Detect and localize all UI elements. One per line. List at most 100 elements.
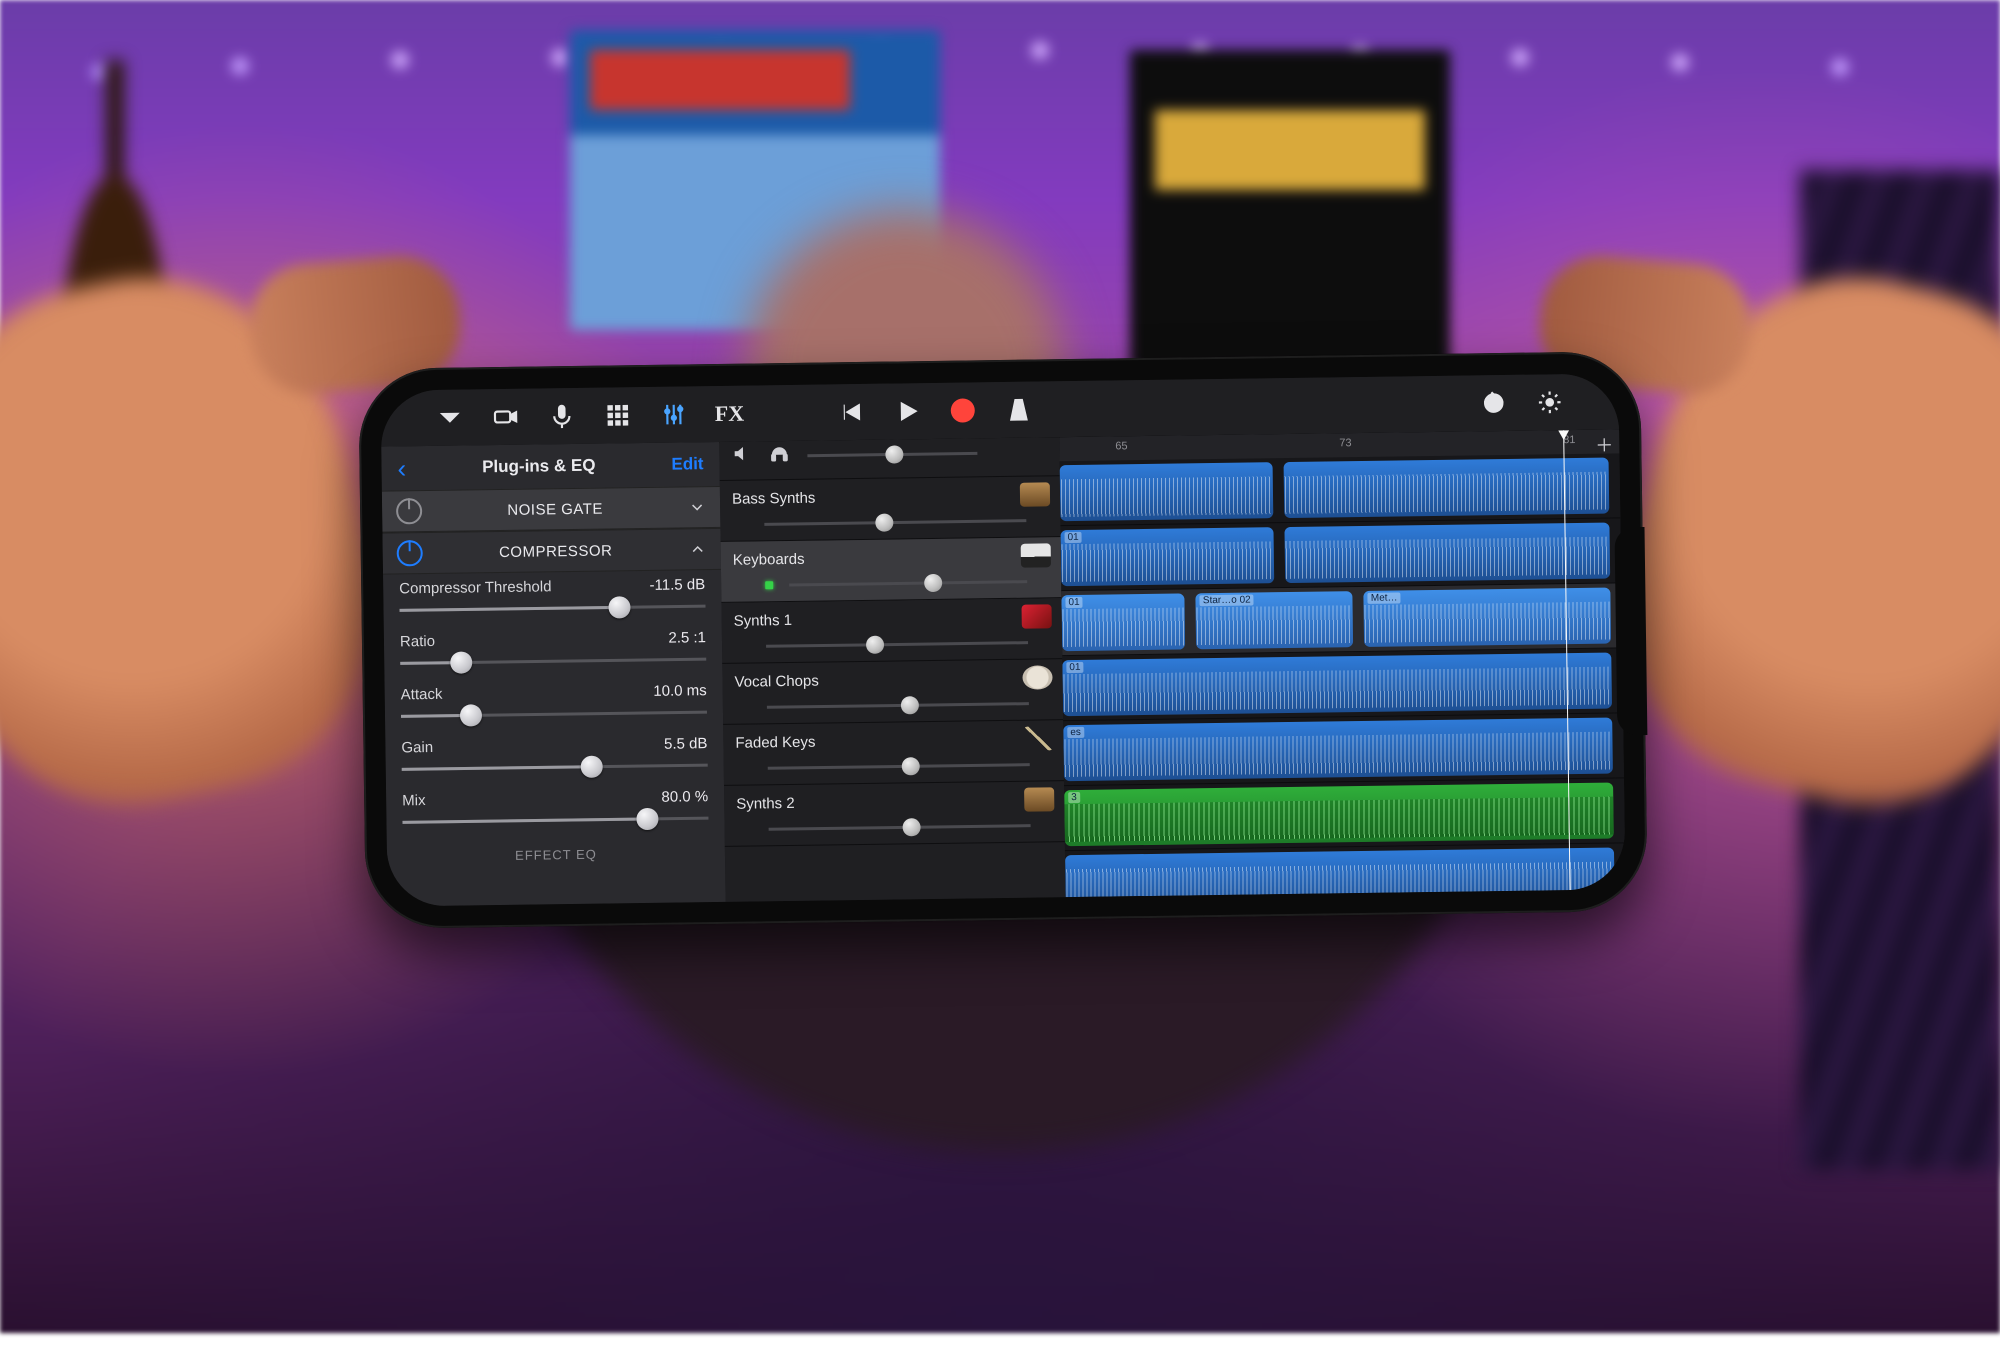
track-row[interactable]: Synths 2 [724, 781, 1065, 847]
bar-number: 65 [1115, 440, 1127, 452]
track-name: Synths 1 [734, 611, 793, 629]
fx-name: NOISE GATE [422, 499, 688, 520]
chevron-up-icon [689, 540, 707, 558]
param-slider[interactable] [402, 752, 708, 782]
record-button[interactable] [948, 395, 978, 425]
rewind-icon[interactable] [836, 397, 866, 427]
next-fx-label: EFFECT EQ [387, 843, 725, 867]
power-toggle[interactable] [397, 540, 423, 566]
timeline-lane[interactable]: es [1063, 713, 1624, 786]
param-compressor-threshold: Compressor Threshold-11.5 dB [399, 576, 706, 623]
track-name: Vocal Chops [734, 672, 818, 690]
param-slider[interactable] [401, 699, 707, 729]
waveform [1064, 796, 1613, 842]
instrument-icon [1022, 604, 1052, 628]
track-name: Bass Synths [732, 489, 816, 507]
param-mix: Mix 80.0 % [402, 788, 709, 835]
fx-row-noise-gate[interactable]: NOISE GATE [382, 486, 721, 533]
audio-clip[interactable]: 01 [1061, 593, 1185, 651]
param-attack: Attack10.0 ms [401, 682, 708, 729]
metronome-icon[interactable] [1004, 395, 1034, 425]
track-row[interactable]: Keyboards [721, 537, 1062, 603]
audio-clip[interactable]: 01 [1060, 527, 1274, 586]
waveform [1065, 861, 1614, 897]
timeline[interactable]: ＋ 657381 0101Star…o 02Met…01es3 [1059, 429, 1625, 897]
track-row[interactable]: Vocal Chops [722, 659, 1063, 725]
waveform [1060, 476, 1273, 517]
view-dropdown-icon[interactable] [435, 402, 465, 432]
waveform [1063, 732, 1612, 778]
panel-title: Plug-ins & EQ [482, 456, 596, 478]
mute-icon[interactable] [731, 443, 751, 468]
loop-icon[interactable] [1479, 388, 1509, 418]
camera-icon[interactable] [491, 402, 521, 432]
volume-slider[interactable] [768, 815, 1054, 839]
volume-slider[interactable] [766, 632, 1052, 656]
timeline-lane[interactable] [1060, 453, 1621, 526]
audio-clip[interactable]: 3 [1064, 782, 1614, 846]
param-value: -11.5 dB [649, 576, 705, 594]
timeline-lane[interactable]: 01 Star…o 02 Met… [1061, 583, 1622, 656]
volume-slider[interactable] [807, 443, 1001, 466]
track-name: Synths 2 [736, 794, 795, 812]
play-icon[interactable] [892, 396, 922, 426]
grid-icon[interactable] [603, 400, 633, 430]
param-ratio: Ratio2.5 :1 [400, 629, 707, 676]
audio-clip[interactable] [1284, 523, 1610, 584]
waveform [1061, 541, 1274, 582]
track-name: Faded Keys [735, 733, 815, 751]
track-row[interactable] [719, 437, 1060, 481]
timeline-lane[interactable]: 01 [1062, 648, 1623, 721]
timeline-lane[interactable]: 3 [1064, 778, 1625, 851]
audio-clip[interactable]: 01 [1062, 653, 1612, 717]
volume-slider[interactable] [789, 571, 1051, 595]
mixer-icon[interactable] [659, 399, 689, 429]
param-slider[interactable] [402, 805, 708, 835]
fx-button[interactable]: FX [715, 403, 745, 425]
clip-label: 01 [1064, 532, 1081, 543]
param-slider[interactable] [399, 593, 705, 623]
iphone-device: FX ‹ Plug-ins & EQ Edit NOISE [358, 351, 1648, 929]
param-label: Attack [401, 686, 443, 704]
headphones-icon[interactable] [769, 443, 789, 468]
record-arm-led[interactable] [765, 581, 773, 589]
param-value: 80.0 % [661, 788, 708, 806]
param-value: 2.5 :1 [668, 629, 706, 647]
clip-label: es [1067, 727, 1084, 738]
audio-clip[interactable] [1060, 462, 1274, 521]
track-list: Bass Synths Keyboards Synths 1 Vocal Chops F… [719, 437, 1065, 902]
edit-button[interactable]: Edit [671, 454, 703, 474]
garageband-screen: FX ‹ Plug-ins & EQ Edit NOISE [380, 373, 1625, 906]
fx-name: COMPRESSOR [423, 541, 689, 562]
timeline-lane[interactable] [1065, 843, 1626, 897]
audio-clip[interactable]: es [1063, 718, 1613, 782]
waveform [1062, 667, 1611, 713]
instrument-icon [1024, 787, 1054, 811]
clip-label: Star…o 02 [1200, 594, 1254, 606]
clip-label: 3 [1068, 792, 1080, 803]
settings-icon[interactable] [1535, 387, 1565, 417]
param-slider[interactable] [400, 646, 706, 676]
compressor-params: Compressor Threshold-11.5 dB Ratio2.5 :1 A… [383, 570, 725, 848]
track-row[interactable]: Synths 1 [721, 598, 1062, 664]
chevron-down-icon [688, 498, 706, 516]
instrument-icon [1022, 665, 1052, 689]
audio-clip[interactable]: Met… [1364, 588, 1611, 647]
volume-slider[interactable] [767, 693, 1053, 717]
fx-row-compressor[interactable]: COMPRESSOR [382, 528, 721, 575]
power-toggle[interactable] [396, 498, 422, 524]
param-value: 5.5 dB [664, 735, 708, 753]
timeline-lane[interactable]: 01 [1060, 518, 1621, 591]
track-row[interactable]: Bass Synths [720, 476, 1061, 542]
microphone-icon[interactable] [547, 401, 577, 431]
panel-header: ‹ Plug-ins & EQ Edit [381, 442, 720, 491]
audio-clip[interactable] [1065, 847, 1615, 897]
audio-clip[interactable] [1284, 458, 1610, 519]
iphone-notch [1614, 527, 1647, 735]
audio-clip[interactable]: Star…o 02 [1196, 591, 1354, 649]
param-label: Mix [402, 792, 426, 809]
volume-slider[interactable] [764, 510, 1050, 534]
track-row[interactable]: Faded Keys [723, 720, 1064, 786]
back-button[interactable]: ‹ [397, 455, 406, 481]
volume-slider[interactable] [768, 754, 1054, 778]
